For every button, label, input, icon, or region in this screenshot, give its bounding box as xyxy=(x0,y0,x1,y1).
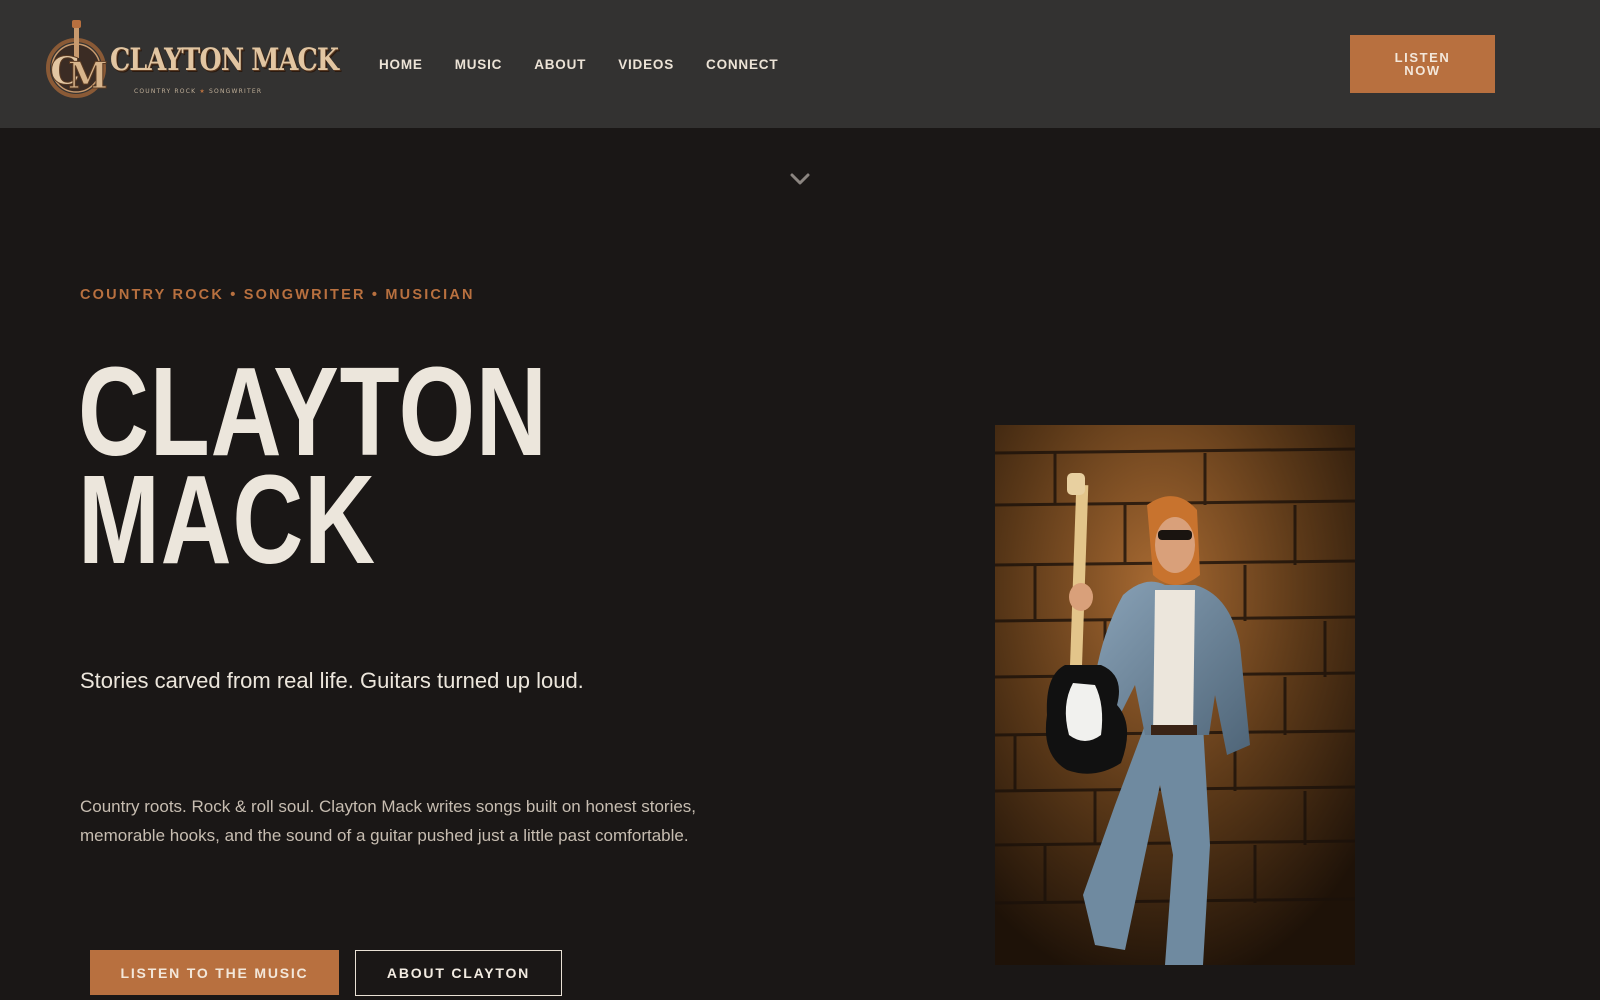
site-header: C M CLAYTON MACK COUNTRY ROCK ★ SONGWRIT… xyxy=(0,0,1600,128)
nav-music[interactable]: MUSIC xyxy=(455,57,503,72)
nav-videos[interactable]: VIDEOS xyxy=(618,57,674,72)
nav-about[interactable]: ABOUT xyxy=(534,57,586,72)
hero-tagline: Stories carved from real life. Guitars t… xyxy=(80,668,584,693)
nav-connect[interactable]: CONNECT xyxy=(706,57,778,72)
listen-now-button[interactable]: LISTEN NOW xyxy=(1350,35,1495,93)
hero-title-line2: MACK xyxy=(78,449,376,590)
hero-title: CLAYTON MACK xyxy=(78,349,548,590)
artist-photo-illustration xyxy=(995,425,1355,965)
main-nav: HOME MUSIC ABOUT VIDEOS CONNECT xyxy=(379,57,778,72)
listen-to-music-button[interactable]: LISTEN TO THE MUSIC xyxy=(90,950,339,995)
logo-tagline-right: SONGWRITER xyxy=(209,88,263,95)
svg-text:M: M xyxy=(68,55,108,97)
nav-home[interactable]: HOME xyxy=(379,57,423,72)
hero-bio: Country roots. Rock & roll soul. Clayton… xyxy=(80,797,697,845)
logo-tagline: COUNTRY ROCK ★ SONGWRITER xyxy=(134,88,262,95)
about-clayton-button[interactable]: ABOUT CLAYTON xyxy=(355,950,562,996)
logo-wordmark: CLAYTON MACK xyxy=(110,42,339,78)
hero-eyebrow: COUNTRY ROCK • SONGWRITER • MUSICIAN xyxy=(80,287,475,303)
chevron-down-icon[interactable] xyxy=(789,172,811,186)
logo-tagline-left: COUNTRY ROCK xyxy=(134,88,197,95)
star-icon: ★ xyxy=(199,88,206,95)
site-logo[interactable]: C M CLAYTON MACK COUNTRY ROCK ★ SONGWRIT… xyxy=(42,18,339,110)
artist-photo xyxy=(995,425,1355,965)
